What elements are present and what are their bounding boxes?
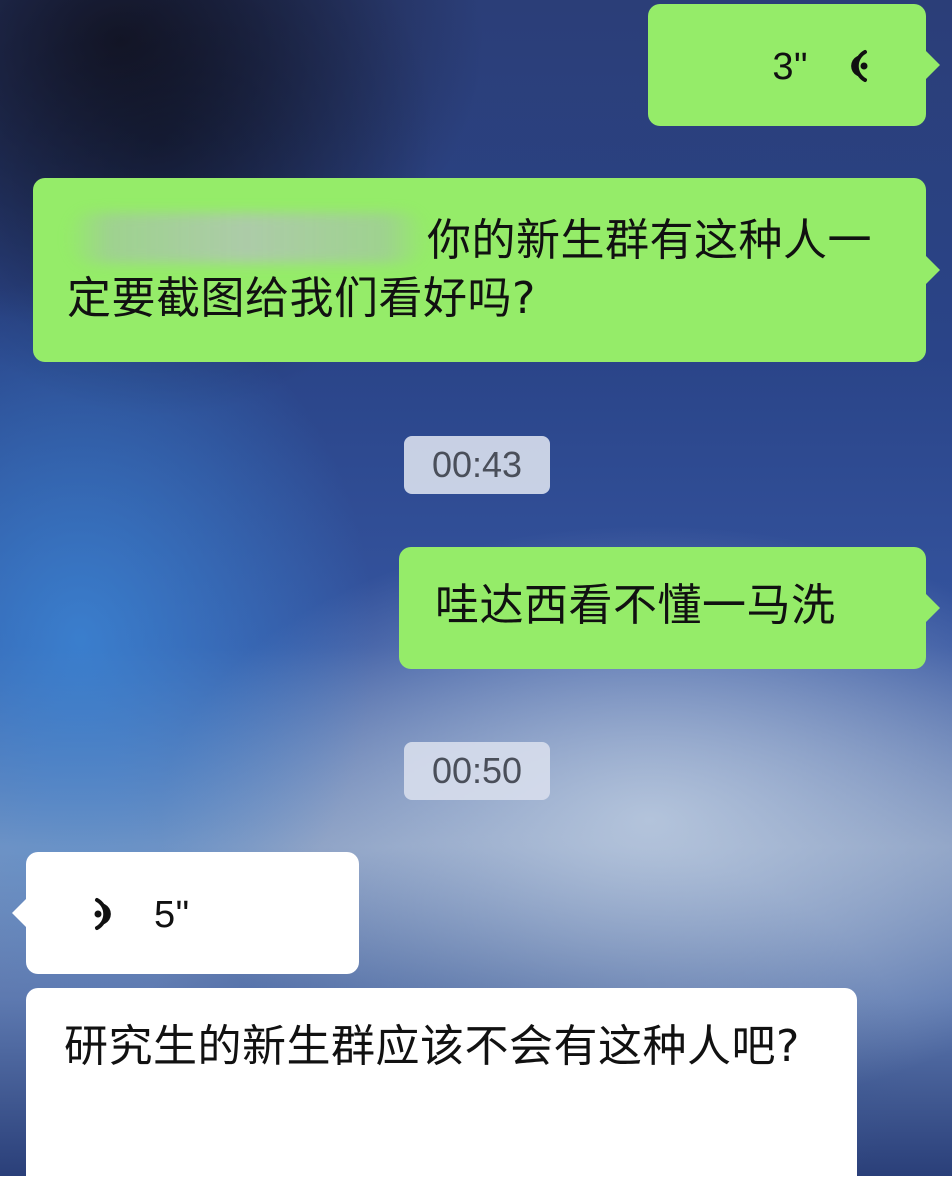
voice-message-incoming[interactable]: 5" [26, 852, 359, 974]
message-text: 哇达西看不懂一马洗 [435, 580, 836, 631]
voice-duration: 3" [772, 46, 808, 88]
text-message-outgoing[interactable]: 哇达西看不懂一马洗 [399, 547, 926, 669]
message-text: 研究生的新生群应该不会有这种人吧? [64, 1021, 800, 1072]
voice-wave-icon [851, 50, 868, 82]
voice-wave-icon [94, 898, 111, 930]
text-message-incoming[interactable]: 研究生的新生群应该不会有这种人吧? [26, 988, 857, 1188]
chat-timestamp: 00:43 [404, 436, 550, 494]
chat-timestamp: 00:50 [404, 742, 550, 800]
voice-message-outgoing[interactable]: 3" [648, 4, 926, 126]
voice-duration: 5" [154, 894, 190, 936]
text-message-outgoing[interactable]: 你的新生群有这种人一定要截图给我们看好吗? [33, 178, 926, 362]
redacted-username [67, 213, 427, 263]
